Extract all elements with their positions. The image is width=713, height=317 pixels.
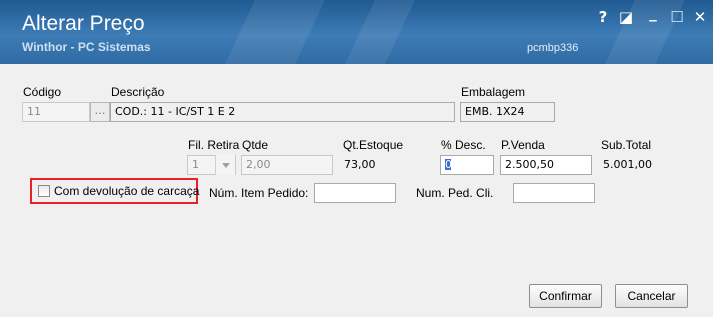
num-item-pedido-label: Núm. Item Pedido: [209,186,309,200]
descricao-field[interactable]: COD.: 11 - IC/ST 1 E 2 [110,102,455,122]
qtde-label: Qtde [242,138,269,152]
p-venda-field[interactable]: 2.500,50 [500,155,592,175]
qtde-field[interactable]: 2,00 [241,155,333,175]
devolucao-checkbox[interactable] [38,185,50,197]
qt-estoque-value: 73,00 [344,158,376,171]
desc-value: 0 [445,158,452,171]
num-ped-cli-field[interactable] [513,183,595,203]
title-bar-decoration [225,0,325,64]
restore-icon[interactable]: ◪ [617,8,635,26]
descricao-label: Descrição [111,85,165,99]
search-product-button[interactable]: … [90,102,110,122]
routine-code: pcmbp336 [527,42,579,54]
embalagem-label: Embalagem [461,85,526,99]
embalagem-field[interactable]: EMB. 1X24 [460,102,555,122]
window-title: Alterar Preço [22,12,145,35]
help-icon[interactable]: ? [594,8,612,26]
sub-total-label: Sub.Total [601,138,652,152]
title-bar-decoration [345,0,415,64]
num-ped-cli-label: Num. Ped. Cli. [416,186,494,200]
num-item-pedido-field[interactable] [314,183,396,203]
devolucao-highlight[interactable]: Com devolução de carcaça [30,178,199,204]
qt-estoque-label: Qt.Estoque [343,138,404,152]
minimize-icon[interactable]: _ [644,4,662,22]
maximize-icon[interactable]: ☐ [668,8,686,26]
chevron-down-icon[interactable] [215,155,235,175]
desc-label: % Desc. [441,138,486,152]
fil-retira-label: Fil. Retira [188,138,240,152]
codigo-label: Código [23,85,62,99]
p-venda-label: P.Venda [501,138,545,152]
cancelar-button[interactable]: Cancelar [615,284,688,308]
window-subtitle: Winthor - PC Sistemas [22,40,151,54]
codigo-field[interactable]: 11 [22,102,90,122]
devolucao-label[interactable]: Com devolução de carcaça [54,184,199,198]
close-icon[interactable]: ✕ [691,8,709,26]
alterar-preco-window: Alterar Preço Winthor - PC Sistemas pcmb… [0,0,713,317]
title-bar[interactable]: Alterar Preço Winthor - PC Sistemas pcmb… [0,0,713,64]
confirmar-button[interactable]: Confirmar [529,284,602,308]
desc-field[interactable]: 0 [440,155,494,175]
sub-total-value: 5.001,00 [603,158,652,171]
